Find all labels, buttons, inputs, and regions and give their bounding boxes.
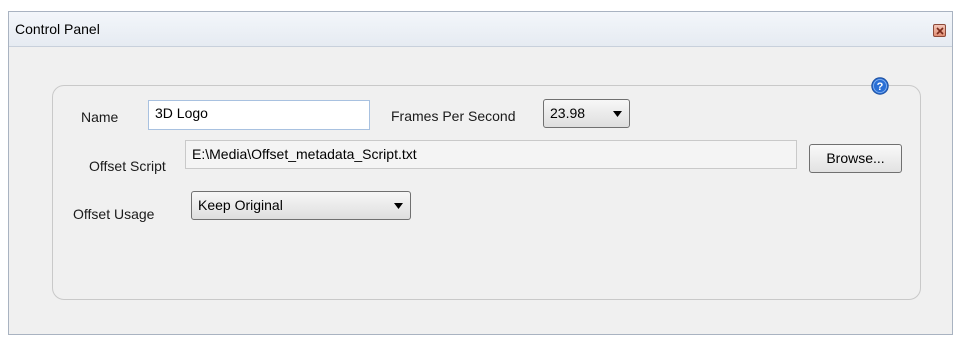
control-panel-window: Control Panel ? Name 3D Logo Frames Per … xyxy=(8,11,953,335)
help-icon[interactable]: ? xyxy=(871,77,889,95)
offset-script-field[interactable]: E:\Media\Offset_metadata_Script.txt xyxy=(185,140,797,169)
close-icon xyxy=(936,27,944,35)
browse-button[interactable]: Browse... xyxy=(809,144,902,173)
offset-usage-select[interactable]: Keep Original xyxy=(191,191,411,220)
chevron-down-icon xyxy=(613,111,622,117)
fps-select[interactable]: 23.98 xyxy=(543,99,630,128)
chevron-down-icon xyxy=(394,203,403,209)
title-bar: Control Panel xyxy=(9,12,952,47)
name-label: Name xyxy=(81,109,119,125)
close-button[interactable] xyxy=(933,24,946,37)
offset-script-label: Offset Script xyxy=(89,158,166,174)
name-input[interactable]: 3D Logo xyxy=(148,100,370,130)
fps-label: Frames Per Second xyxy=(391,108,516,124)
fps-selected-value: 23.98 xyxy=(550,105,586,121)
offset-usage-selected-value: Keep Original xyxy=(198,197,283,213)
window-title: Control Panel xyxy=(15,21,100,37)
offset-usage-label: Offset Usage xyxy=(73,206,155,222)
svg-text:?: ? xyxy=(877,81,884,93)
